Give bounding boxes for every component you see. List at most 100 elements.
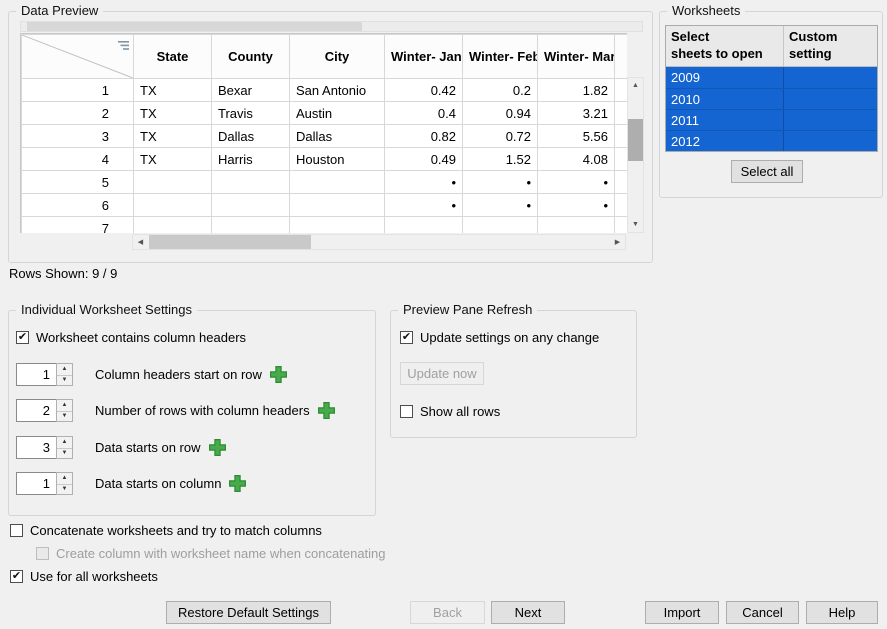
column-headers-start-row-spinner[interactable]: 1 ▲ ▼ [16,363,73,386]
row-number-cell[interactable]: 2 [22,102,134,125]
worksheets-table: Select sheets to open Custom setting 200… [665,25,878,152]
table-row: 5 • • • [22,171,628,194]
vscroll-track[interactable] [628,93,643,217]
row-number-cell[interactable]: 6 [22,194,134,217]
cell-state [134,194,212,217]
worksheet-row-2012[interactable]: 2012 [666,130,877,151]
spinner-value[interactable]: 3 [16,436,56,459]
concatenate-worksheets-checkbox[interactable]: Concatenate worksheets and try to match … [10,523,322,538]
spinner-up-icon[interactable]: ▲ [57,364,72,375]
data-starts-on-row-spinner[interactable]: 3 ▲ ▼ [16,436,73,459]
worksheet-contains-headers-checkbox[interactable]: Worksheet contains column headers [16,330,246,345]
custom-setting-cell [784,67,877,88]
spinner-value[interactable]: 1 [16,363,56,386]
custom-setting-cell [784,89,877,109]
spinner-buttons[interactable]: ▲ ▼ [56,472,73,495]
spinner-up-icon[interactable]: ▲ [57,473,72,484]
update-now-button: Update now [400,362,484,385]
preview-vertical-scrollbar[interactable]: ▲ ▼ [627,77,644,233]
preview-pane-refresh-legend: Preview Pane Refresh [398,302,537,317]
plus-button[interactable] [317,401,336,420]
spinner-buttons[interactable]: ▲ ▼ [56,436,73,459]
checkbox-icon [10,524,23,537]
cell-city: Houston [290,148,385,171]
plus-button[interactable] [208,438,227,457]
cell-county: Bexar [212,79,290,102]
checkbox-icon [36,547,49,560]
data-preview-group: Data Preview [8,11,653,263]
row-number-cell[interactable]: 3 [22,125,134,148]
spinner-up-icon[interactable]: ▲ [57,437,72,448]
spinner-value[interactable]: 2 [16,399,56,422]
checkbox-label: Update settings on any change [420,330,599,345]
checkbox-icon [400,331,413,344]
plus-button[interactable] [269,365,288,384]
worksheets-select-header: Select sheets to open [666,26,784,66]
spinner-down-icon[interactable]: ▼ [57,375,72,386]
rows-with-headers-spinner[interactable]: 2 ▲ ▼ [16,399,73,422]
cell-county [212,171,290,194]
scroll-right-icon[interactable]: ▶ [610,235,625,249]
select-all-button[interactable]: Select all [731,160,803,183]
import-button[interactable]: Import [645,601,719,624]
preview-top-scrollbar[interactable] [20,21,643,32]
hscroll-track[interactable] [148,235,610,249]
restore-defaults-button[interactable]: Restore Default Settings [166,601,331,624]
checkbox-label: Show all rows [420,404,500,419]
worksheets-group: Worksheets Select sheets to open Custom … [659,11,883,198]
column-options-icon[interactable] [117,39,130,52]
cell-partial [615,171,628,194]
cell-city: Austin [290,102,385,125]
column-header-winter-feb: Winter- Feb [463,35,538,79]
spinner-down-icon[interactable]: ▼ [57,448,72,459]
cell-county [212,217,290,234]
checkbox-icon [400,405,413,418]
spinner-value[interactable]: 1 [16,472,56,495]
custom-setting-cell [784,110,877,130]
worksheet-row-2011[interactable]: 2011 [666,109,877,130]
row-number-cell[interactable]: 5 [22,171,134,194]
use-for-all-worksheets-checkbox[interactable]: Use for all worksheets [10,569,158,584]
vscroll-thumb[interactable] [628,119,643,161]
hscroll-thumb[interactable] [149,235,311,249]
cell-winter-feb: 0.72 [463,125,538,148]
spinner-down-icon[interactable]: ▼ [57,411,72,422]
worksheet-row-2010[interactable]: 2010 [666,88,877,109]
update-on-change-checkbox[interactable]: Update settings on any change [400,330,599,345]
data-starts-on-column-setting: 1 ▲ ▼ Data starts on column [16,472,247,495]
cell-winter-jan: 0.82 [385,125,463,148]
row-number-cell[interactable]: 4 [22,148,134,171]
spinner-up-icon[interactable]: ▲ [57,400,72,411]
cell-winter-jan: • [385,194,463,217]
plus-button[interactable] [228,474,247,493]
cell-winter-jan: 0.49 [385,148,463,171]
cell-winter-mar: 3.21 [538,102,615,125]
spinner-buttons[interactable]: ▲ ▼ [56,363,73,386]
row-number-cell[interactable]: 1 [22,79,134,102]
worksheet-name: 2009 [666,67,784,88]
next-button[interactable]: Next [491,601,565,624]
show-all-rows-checkbox[interactable]: Show all rows [400,404,500,419]
column-headers-start-row-setting: 1 ▲ ▼ Column headers start on row [16,363,288,386]
cell-county: Travis [212,102,290,125]
top-scroll-thumb[interactable] [27,22,362,31]
cell-county [212,194,290,217]
spinner-buttons[interactable]: ▲ ▼ [56,399,73,422]
cell-winter-feb [463,217,538,234]
setting-label: Data starts on row [95,440,201,455]
preview-horizontal-scrollbar[interactable]: ◀ ▶ [132,234,626,250]
cell-partial [615,194,628,217]
spinner-down-icon[interactable]: ▼ [57,484,72,495]
cell-state [134,217,212,234]
scroll-up-icon[interactable]: ▲ [628,78,643,93]
corner-cell [22,35,134,79]
worksheet-row-2009[interactable]: 2009 [666,67,877,88]
cancel-button[interactable]: Cancel [726,601,799,624]
scroll-left-icon[interactable]: ◀ [133,235,148,249]
column-header-partial [615,35,628,79]
data-starts-on-column-spinner[interactable]: 1 ▲ ▼ [16,472,73,495]
scroll-down-icon[interactable]: ▼ [628,217,643,232]
row-number-cell[interactable]: 7 [22,217,134,234]
column-header-county: County [212,35,290,79]
help-button[interactable]: Help [806,601,878,624]
